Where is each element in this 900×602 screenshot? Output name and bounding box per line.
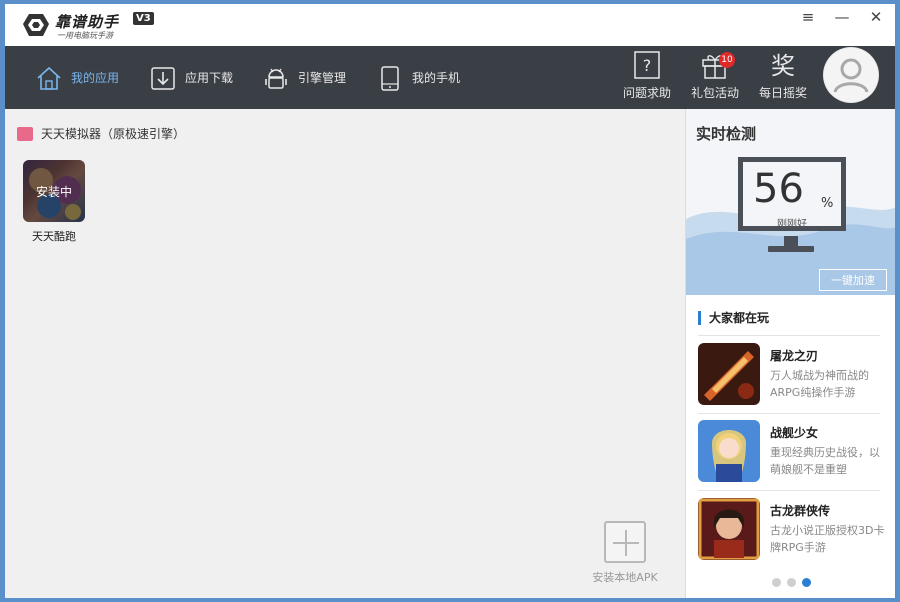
lottery-icon: 奖 [771, 52, 795, 80]
title-bar: 靠谱助手 V3 一用电脑玩手游 ≡ — ✕ [5, 4, 895, 46]
help-button[interactable]: ? 问题求助 [617, 50, 677, 108]
divider [698, 490, 880, 491]
app-slogan: 一用电脑玩手游 [57, 31, 113, 40]
avatar[interactable] [823, 47, 879, 103]
close-button[interactable]: ✕ [863, 6, 889, 28]
tab-my-phone[interactable]: 我的手机 [376, 46, 460, 109]
popular-title: 大家都在玩 [698, 311, 769, 325]
app-window: 靠谱助手 V3 一用电脑玩手游 ≡ — ✕ 我的应用 应用下载 引擎管理 我的手… [5, 4, 895, 598]
performance-state: 刚刚好 [777, 219, 807, 230]
app-name: 靠谱助手 [55, 13, 120, 31]
home-icon [37, 66, 61, 90]
monitor-screen: 56 % 刚刚好 [738, 157, 846, 231]
game-item[interactable]: 屠龙之刃 万人城战为神而战的ARPG纯操作手游 [698, 343, 888, 409]
section-title: 天天模拟器（原极速引擎） [41, 127, 186, 141]
tab-label: 我的手机 [412, 71, 461, 85]
engine-tag-icon [17, 126, 33, 141]
monitor-stand [784, 236, 798, 246]
performance-value: 56 [753, 166, 804, 212]
divider [698, 413, 880, 414]
menu-button[interactable]: ≡ [795, 6, 821, 28]
tab-label: 我的应用 [71, 71, 120, 85]
version-badge: V3 [133, 12, 154, 25]
game-desc: 万人城战为神而战的ARPG纯操作手游 [770, 369, 869, 399]
tab-my-apps[interactable]: 我的应用 [35, 46, 119, 109]
user-icon [824, 48, 878, 102]
app-name-label: 天天酷跑 [32, 230, 76, 243]
download-icon [151, 66, 175, 90]
divider [698, 335, 880, 336]
tab-label: 应用下载 [185, 71, 234, 85]
phone-icon [381, 65, 399, 91]
carousel-dot[interactable] [787, 578, 796, 587]
carousel-dot[interactable] [772, 578, 781, 587]
help-label: 问题求助 [622, 86, 671, 100]
install-status: 安装中 [23, 160, 85, 222]
section-header: 天天模拟器（原极速引擎） [17, 125, 185, 142]
gift-label: 礼包活动 [690, 86, 739, 100]
performance-unit: % [821, 196, 834, 211]
game-title: 古龙群侠传 [770, 504, 831, 518]
main-panel: 天天模拟器（原极速引擎） 安装中 天天酷跑 安装本地APK [5, 109, 685, 598]
tab-engine-manage[interactable]: 引擎管理 [262, 46, 346, 109]
help-icon: ? [634, 51, 660, 79]
android-icon [265, 68, 287, 89]
speed-up-button[interactable]: 一键加速 [819, 269, 887, 291]
plus-icon [604, 521, 646, 563]
install-local-apk-button[interactable]: 安装本地APK [585, 521, 665, 585]
game-icon [698, 420, 760, 482]
game-icon [698, 498, 760, 560]
game-title: 屠龙之刃 [770, 349, 819, 363]
game-item[interactable]: 古龙群侠传 古龙小说正版授权3D卡牌RPG手游 [698, 498, 888, 564]
game-item[interactable]: 战舰少女 重现经典历史战役，以萌娘舰不是重塑 [698, 420, 888, 486]
gift-button[interactable]: 10 礼包活动 [685, 50, 745, 108]
nav-bar: 我的应用 应用下载 引擎管理 我的手机 ? 问题求助 10 礼包活动 奖 每日摇… [5, 46, 895, 109]
logo: 靠谱助手 V3 一用电脑玩手游 [5, 4, 165, 46]
monitor-title: 实时检测 [696, 125, 757, 143]
tab-app-download[interactable]: 应用下载 [149, 46, 233, 109]
monitor-base [768, 246, 814, 252]
lottery-label: 每日摇奖 [758, 86, 807, 100]
game-desc: 重现经典历史战役，以萌娘舰不是重塑 [770, 446, 880, 476]
game-title: 战舰少女 [770, 426, 819, 440]
side-panel: 实时检测 56 % 刚刚好 一键加速 大家都在玩 屠龙之刃 万人城战为神而战的A… [685, 109, 895, 598]
svg-text:奖: 奖 [771, 52, 795, 80]
game-desc: 古龙小说正版授权3D卡牌RPG手游 [770, 524, 885, 554]
minimize-button[interactable]: — [829, 6, 855, 28]
svg-text:?: ? [643, 56, 652, 75]
game-icon [698, 343, 760, 405]
lottery-button[interactable]: 奖 每日摇奖 [753, 50, 813, 108]
carousel-dots [772, 578, 811, 587]
logo-icon [23, 14, 49, 36]
carousel-dot-active[interactable] [802, 578, 811, 587]
install-apk-label: 安装本地APK [592, 571, 658, 584]
app-tile[interactable]: 安装中 [23, 160, 85, 222]
tab-label: 引擎管理 [298, 71, 347, 85]
realtime-monitor: 实时检测 56 % 刚刚好 一键加速 [686, 109, 895, 295]
gift-badge: 10 [719, 52, 735, 68]
